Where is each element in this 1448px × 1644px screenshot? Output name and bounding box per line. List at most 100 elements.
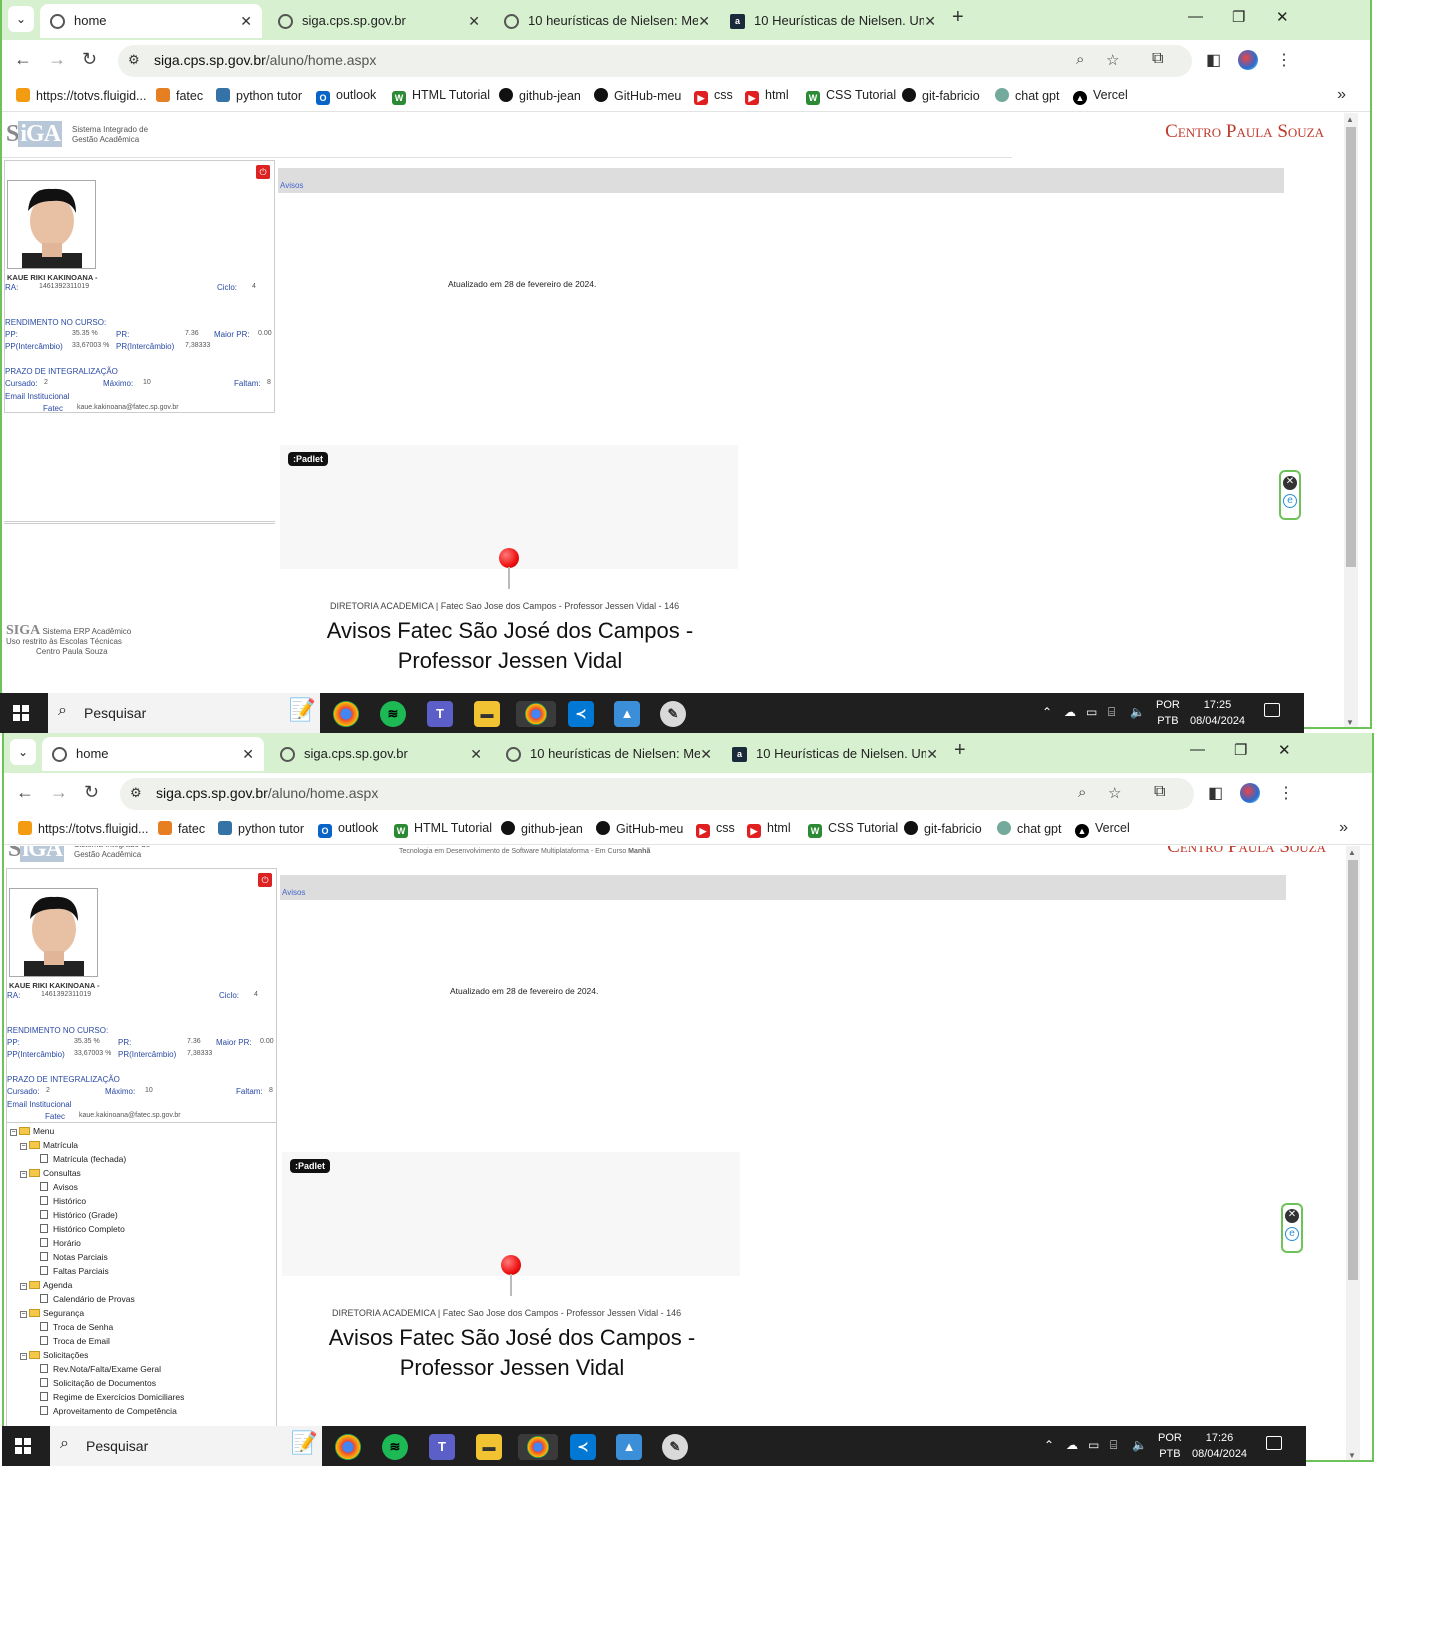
extensions-icon[interactable]: ⧉ [1154, 783, 1165, 801]
menu-item-historico-completo[interactable]: Histórico Completo [40, 1224, 125, 1234]
tab-search-button[interactable]: ⌄ [8, 6, 34, 32]
bookmark-fatec[interactable]: fatec [156, 88, 203, 103]
bookmark-git-fabricio[interactable]: git-fabricio [902, 88, 980, 103]
close-icon[interactable]: ✕ [242, 737, 254, 771]
reload-button[interactable]: ↻ [84, 782, 99, 803]
volume-icon[interactable]: 🔈 [1132, 1438, 1147, 1452]
menu-group-solicitacoes[interactable]: − Solicitações [20, 1350, 88, 1360]
restore-button[interactable]: ❐ [1232, 8, 1245, 26]
tab-home[interactable]: home ✕ [40, 4, 262, 38]
chrome-active-icon[interactable] [516, 701, 556, 727]
clock[interactable]: 17:25 08/04/2024 [1190, 697, 1245, 729]
language-indicator[interactable]: POR PTB [1158, 1430, 1182, 1462]
close-window-button[interactable]: ✕ [1276, 8, 1289, 26]
bookmark-totvs[interactable]: https://totvs.fluigid... [16, 88, 146, 103]
bookmark-vercel[interactable]: ▲ Vercel [1075, 821, 1130, 838]
restore-button[interactable]: ❐ [1234, 741, 1247, 759]
vscode-icon[interactable]: ≺ [570, 1434, 596, 1460]
menu-item-rev-nota[interactable]: Rev.Nota/Falta/Exame Geral [40, 1364, 161, 1374]
menu-item-faltas-parciais[interactable]: Faltas Parciais [40, 1266, 109, 1276]
site-info-icon[interactable]: ⚙ [128, 52, 140, 68]
bookmark-html[interactable]: ▶ html [745, 88, 789, 105]
menu-item-horario[interactable]: Horário [40, 1238, 81, 1248]
menu-item-troca-email[interactable]: Troca de Email [40, 1336, 110, 1346]
bookmark-css[interactable]: ▶ css [694, 88, 733, 105]
chevron-up-icon[interactable]: ⌃ [1044, 1438, 1054, 1452]
tab-home[interactable]: home ✕ [42, 737, 264, 771]
menu-item-aproveitamento[interactable]: Aproveitamento de Competência [40, 1406, 177, 1416]
new-tab-button[interactable]: + [954, 739, 966, 762]
padlet-embed[interactable]: :Padlet [280, 445, 738, 589]
back-button[interactable]: ← [16, 782, 34, 803]
menu-item-solicitacao-documentos[interactable]: Solicitação de Documentos [40, 1378, 156, 1388]
bookmark-github-meu[interactable]: GitHub-meu [596, 821, 683, 836]
taskbar-search[interactable]: ⌕ Pesquisar 📝 [48, 693, 320, 733]
menu-icon[interactable]: ⋮ [1276, 50, 1292, 70]
bookmark-star-icon[interactable]: ☆ [1106, 51, 1119, 69]
bookmark-css-tutorial[interactable]: W CSS Tutorial [808, 821, 898, 838]
padlet-embed[interactable]: :Padlet [282, 1152, 740, 1296]
close-icon[interactable]: ✕ [240, 4, 252, 38]
forward-button[interactable]: → [48, 49, 66, 70]
spotify-icon[interactable]: ≋ [380, 701, 406, 727]
floating-extension-widget[interactable]: ✕ e [1279, 470, 1301, 520]
teams-icon[interactable]: T [427, 701, 453, 727]
photos-icon[interactable]: ▲ [616, 1434, 642, 1460]
bookmark-chat-gpt[interactable]: chat gpt [997, 821, 1061, 836]
edge-e-icon[interactable]: e [1285, 1227, 1299, 1241]
new-tab-button[interactable]: + [952, 6, 964, 29]
network-icon[interactable]: ⌸ [1108, 705, 1115, 720]
bookmark-outlook[interactable]: Ooutlook [316, 88, 376, 105]
padlet-badge[interactable]: :Padlet [288, 452, 329, 466]
bookmark-python-tutor[interactable]: python tutor [216, 88, 302, 103]
menu-item-regime-exercicios[interactable]: Regime de Exercícios Domiciliares [40, 1392, 184, 1402]
spotify-icon[interactable]: ≋ [382, 1434, 408, 1460]
chrome-icon[interactable] [333, 701, 359, 727]
windows-start-icon[interactable] [15, 1438, 31, 1454]
tab-heuristicas-2[interactable]: a 10 Heurísticas de Nielsen. Uma ✕ [720, 4, 946, 38]
tab-heuristicas-2[interactable]: a 10 Heurísticas de Nielsen. Uma ✕ [722, 737, 948, 771]
close-icon[interactable]: ✕ [924, 4, 936, 38]
bookmark-html-tutorial[interactable]: W HTML Tutorial [392, 88, 490, 105]
menu-item-historico[interactable]: Histórico [40, 1196, 86, 1206]
close-icon[interactable]: ✕ [698, 4, 710, 38]
close-icon[interactable]: ✕ [468, 4, 480, 38]
address-bar[interactable]: ⚙ siga.cps.sp.gov.br/aluno/home.aspx ⌕ ☆ [120, 778, 1194, 810]
bookmark-totvs[interactable]: https://totvs.fluigid... [18, 821, 148, 836]
extensions-icon[interactable]: ⧉ [1152, 50, 1163, 68]
bookmark-css[interactable]: ▶ css [696, 821, 735, 838]
bookmark-fatec[interactable]: fatec [158, 821, 205, 836]
paint-icon[interactable]: ✎ [662, 1434, 688, 1460]
side-panel-icon[interactable]: ◧ [1206, 50, 1221, 70]
menu-root[interactable]: − Menu [10, 1126, 54, 1136]
menu-group-agenda[interactable]: − Agenda [20, 1280, 72, 1290]
onedrive-icon[interactable]: ☁ [1064, 705, 1076, 719]
logout-icon[interactable]: ⏻ [256, 165, 270, 179]
page-scrollbar[interactable]: ▲ ▼ [1346, 846, 1360, 1460]
close-circle-icon[interactable]: ✕ [1285, 1209, 1299, 1223]
zoom-icon[interactable]: ⌕ [1076, 51, 1084, 68]
taskbar-search[interactable]: ⌕ Pesquisar 📝 [50, 1426, 322, 1466]
menu-group-seguranca[interactable]: − Segurança [20, 1308, 84, 1318]
photos-icon[interactable]: ▲ [614, 701, 640, 727]
onedrive-icon[interactable]: ☁ [1066, 1438, 1078, 1452]
zoom-icon[interactable]: ⌕ [1078, 784, 1086, 801]
close-icon[interactable]: ✕ [926, 737, 938, 771]
menu-item-calendario-provas[interactable]: Calendário de Provas [40, 1294, 135, 1304]
bookmark-github-jean[interactable]: github-jean [501, 821, 583, 836]
notifications-icon[interactable] [1264, 703, 1280, 717]
menu-group-consultas[interactable]: − Consultas [20, 1168, 81, 1178]
edge-e-icon[interactable]: e [1283, 494, 1297, 508]
network-icon[interactable]: ⌸ [1110, 1438, 1117, 1453]
site-info-icon[interactable]: ⚙ [130, 785, 142, 801]
battery-icon[interactable]: ▭ [1088, 1438, 1099, 1452]
paint-icon[interactable]: ✎ [660, 701, 686, 727]
profile-avatar[interactable] [1238, 50, 1258, 70]
bookmark-css-tutorial[interactable]: W CSS Tutorial [806, 88, 896, 105]
clock[interactable]: 17:26 08/04/2024 [1192, 1430, 1247, 1462]
menu-item-avisos[interactable]: Avisos [40, 1182, 78, 1192]
menu-group-matricula[interactable]: − Matrícula [20, 1140, 78, 1150]
bookmark-html-tutorial[interactable]: W HTML Tutorial [394, 821, 492, 838]
logout-icon[interactable]: ⏻ [258, 873, 272, 887]
chrome-active-icon[interactable] [518, 1434, 558, 1460]
